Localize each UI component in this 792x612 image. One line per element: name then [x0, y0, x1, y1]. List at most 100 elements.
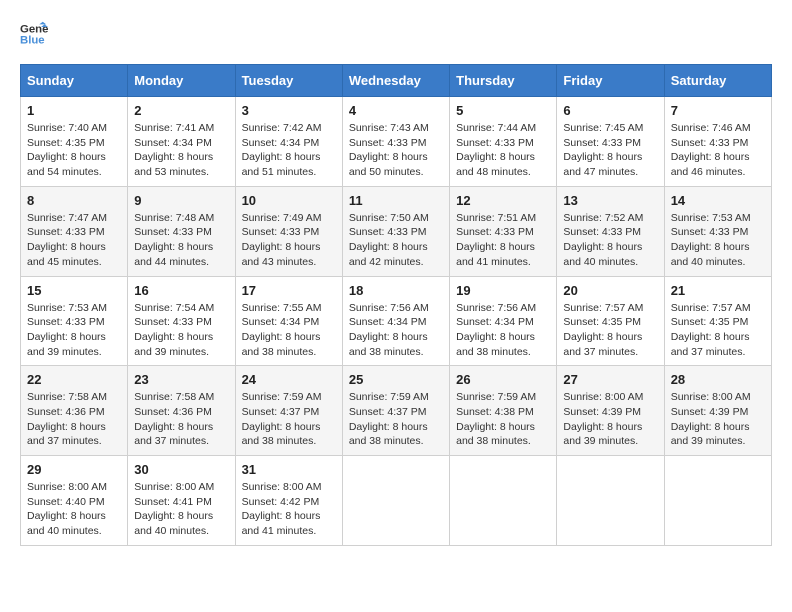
calendar-cell: 12 Sunrise: 7:51 AMSunset: 4:33 PMDaylig…	[450, 186, 557, 276]
day-number: 13	[563, 193, 657, 208]
calendar-cell: 7 Sunrise: 7:46 AMSunset: 4:33 PMDayligh…	[664, 97, 771, 187]
calendar-cell: 10 Sunrise: 7:49 AMSunset: 4:33 PMDaylig…	[235, 186, 342, 276]
calendar-cell: 24 Sunrise: 7:59 AMSunset: 4:37 PMDaylig…	[235, 366, 342, 456]
calendar-cell: 18 Sunrise: 7:56 AMSunset: 4:34 PMDaylig…	[342, 276, 449, 366]
day-info: Sunrise: 7:53 AMSunset: 4:33 PMDaylight:…	[27, 302, 107, 358]
day-info: Sunrise: 7:57 AMSunset: 4:35 PMDaylight:…	[671, 302, 751, 358]
calendar-cell: 20 Sunrise: 7:57 AMSunset: 4:35 PMDaylig…	[557, 276, 664, 366]
day-number: 5	[456, 103, 550, 118]
calendar-cell: 25 Sunrise: 7:59 AMSunset: 4:37 PMDaylig…	[342, 366, 449, 456]
day-number: 19	[456, 283, 550, 298]
day-info: Sunrise: 7:58 AMSunset: 4:36 PMDaylight:…	[134, 391, 214, 447]
day-header-friday: Friday	[557, 65, 664, 97]
day-info: Sunrise: 7:55 AMSunset: 4:34 PMDaylight:…	[242, 302, 322, 358]
day-number: 27	[563, 372, 657, 387]
day-number: 2	[134, 103, 228, 118]
day-info: Sunrise: 7:56 AMSunset: 4:34 PMDaylight:…	[349, 302, 429, 358]
day-number: 24	[242, 372, 336, 387]
day-number: 31	[242, 462, 336, 477]
day-number: 18	[349, 283, 443, 298]
day-info: Sunrise: 8:00 AMSunset: 4:41 PMDaylight:…	[134, 481, 214, 537]
day-number: 3	[242, 103, 336, 118]
day-header-sunday: Sunday	[21, 65, 128, 97]
day-number: 4	[349, 103, 443, 118]
day-number: 23	[134, 372, 228, 387]
calendar-cell: 8 Sunrise: 7:47 AMSunset: 4:33 PMDayligh…	[21, 186, 128, 276]
calendar-cell: 2 Sunrise: 7:41 AMSunset: 4:34 PMDayligh…	[128, 97, 235, 187]
calendar-cell: 5 Sunrise: 7:44 AMSunset: 4:33 PMDayligh…	[450, 97, 557, 187]
day-info: Sunrise: 7:48 AMSunset: 4:33 PMDaylight:…	[134, 212, 214, 268]
day-info: Sunrise: 7:44 AMSunset: 4:33 PMDaylight:…	[456, 122, 536, 178]
day-header-thursday: Thursday	[450, 65, 557, 97]
day-info: Sunrise: 7:57 AMSunset: 4:35 PMDaylight:…	[563, 302, 643, 358]
calendar-cell: 30 Sunrise: 8:00 AMSunset: 4:41 PMDaylig…	[128, 456, 235, 546]
logo: General Blue	[20, 20, 52, 48]
calendar-cell	[664, 456, 771, 546]
day-info: Sunrise: 8:00 AMSunset: 4:40 PMDaylight:…	[27, 481, 107, 537]
day-number: 7	[671, 103, 765, 118]
calendar-cell: 16 Sunrise: 7:54 AMSunset: 4:33 PMDaylig…	[128, 276, 235, 366]
calendar-cell	[450, 456, 557, 546]
day-info: Sunrise: 8:00 AMSunset: 4:42 PMDaylight:…	[242, 481, 322, 537]
day-info: Sunrise: 7:41 AMSunset: 4:34 PMDaylight:…	[134, 122, 214, 178]
day-info: Sunrise: 7:47 AMSunset: 4:33 PMDaylight:…	[27, 212, 107, 268]
page-header: General Blue	[20, 20, 772, 48]
calendar-cell: 9 Sunrise: 7:48 AMSunset: 4:33 PMDayligh…	[128, 186, 235, 276]
calendar-cell: 15 Sunrise: 7:53 AMSunset: 4:33 PMDaylig…	[21, 276, 128, 366]
day-number: 11	[349, 193, 443, 208]
calendar-cell: 13 Sunrise: 7:52 AMSunset: 4:33 PMDaylig…	[557, 186, 664, 276]
day-info: Sunrise: 7:50 AMSunset: 4:33 PMDaylight:…	[349, 212, 429, 268]
calendar-cell: 6 Sunrise: 7:45 AMSunset: 4:33 PMDayligh…	[557, 97, 664, 187]
day-header-wednesday: Wednesday	[342, 65, 449, 97]
day-info: Sunrise: 7:51 AMSunset: 4:33 PMDaylight:…	[456, 212, 536, 268]
day-header-monday: Monday	[128, 65, 235, 97]
svg-text:Blue: Blue	[20, 35, 45, 47]
day-number: 8	[27, 193, 121, 208]
day-number: 14	[671, 193, 765, 208]
day-info: Sunrise: 7:49 AMSunset: 4:33 PMDaylight:…	[242, 212, 322, 268]
calendar-cell: 22 Sunrise: 7:58 AMSunset: 4:36 PMDaylig…	[21, 366, 128, 456]
day-number: 30	[134, 462, 228, 477]
day-number: 26	[456, 372, 550, 387]
calendar-cell: 29 Sunrise: 8:00 AMSunset: 4:40 PMDaylig…	[21, 456, 128, 546]
calendar-cell: 23 Sunrise: 7:58 AMSunset: 4:36 PMDaylig…	[128, 366, 235, 456]
day-info: Sunrise: 7:52 AMSunset: 4:33 PMDaylight:…	[563, 212, 643, 268]
calendar-cell: 31 Sunrise: 8:00 AMSunset: 4:42 PMDaylig…	[235, 456, 342, 546]
calendar-table: SundayMondayTuesdayWednesdayThursdayFrid…	[20, 64, 772, 546]
day-number: 6	[563, 103, 657, 118]
day-number: 20	[563, 283, 657, 298]
day-number: 22	[27, 372, 121, 387]
day-info: Sunrise: 7:42 AMSunset: 4:34 PMDaylight:…	[242, 122, 322, 178]
day-number: 21	[671, 283, 765, 298]
day-header-tuesday: Tuesday	[235, 65, 342, 97]
day-info: Sunrise: 7:53 AMSunset: 4:33 PMDaylight:…	[671, 212, 751, 268]
day-number: 29	[27, 462, 121, 477]
day-info: Sunrise: 7:56 AMSunset: 4:34 PMDaylight:…	[456, 302, 536, 358]
calendar-cell: 14 Sunrise: 7:53 AMSunset: 4:33 PMDaylig…	[664, 186, 771, 276]
day-number: 1	[27, 103, 121, 118]
calendar-cell	[342, 456, 449, 546]
day-number: 15	[27, 283, 121, 298]
logo-icon: General Blue	[20, 20, 48, 48]
day-info: Sunrise: 7:58 AMSunset: 4:36 PMDaylight:…	[27, 391, 107, 447]
day-number: 28	[671, 372, 765, 387]
day-info: Sunrise: 7:59 AMSunset: 4:37 PMDaylight:…	[349, 391, 429, 447]
calendar-cell: 4 Sunrise: 7:43 AMSunset: 4:33 PMDayligh…	[342, 97, 449, 187]
day-info: Sunrise: 7:46 AMSunset: 4:33 PMDaylight:…	[671, 122, 751, 178]
day-info: Sunrise: 7:54 AMSunset: 4:33 PMDaylight:…	[134, 302, 214, 358]
day-number: 10	[242, 193, 336, 208]
day-number: 17	[242, 283, 336, 298]
calendar-cell	[557, 456, 664, 546]
calendar-cell: 28 Sunrise: 8:00 AMSunset: 4:39 PMDaylig…	[664, 366, 771, 456]
calendar-cell: 27 Sunrise: 8:00 AMSunset: 4:39 PMDaylig…	[557, 366, 664, 456]
day-info: Sunrise: 7:45 AMSunset: 4:33 PMDaylight:…	[563, 122, 643, 178]
calendar-cell: 19 Sunrise: 7:56 AMSunset: 4:34 PMDaylig…	[450, 276, 557, 366]
calendar-cell: 3 Sunrise: 7:42 AMSunset: 4:34 PMDayligh…	[235, 97, 342, 187]
calendar-cell: 21 Sunrise: 7:57 AMSunset: 4:35 PMDaylig…	[664, 276, 771, 366]
calendar-cell: 1 Sunrise: 7:40 AMSunset: 4:35 PMDayligh…	[21, 97, 128, 187]
day-number: 12	[456, 193, 550, 208]
day-info: Sunrise: 8:00 AMSunset: 4:39 PMDaylight:…	[671, 391, 751, 447]
day-header-saturday: Saturday	[664, 65, 771, 97]
day-info: Sunrise: 8:00 AMSunset: 4:39 PMDaylight:…	[563, 391, 643, 447]
day-info: Sunrise: 7:59 AMSunset: 4:37 PMDaylight:…	[242, 391, 322, 447]
